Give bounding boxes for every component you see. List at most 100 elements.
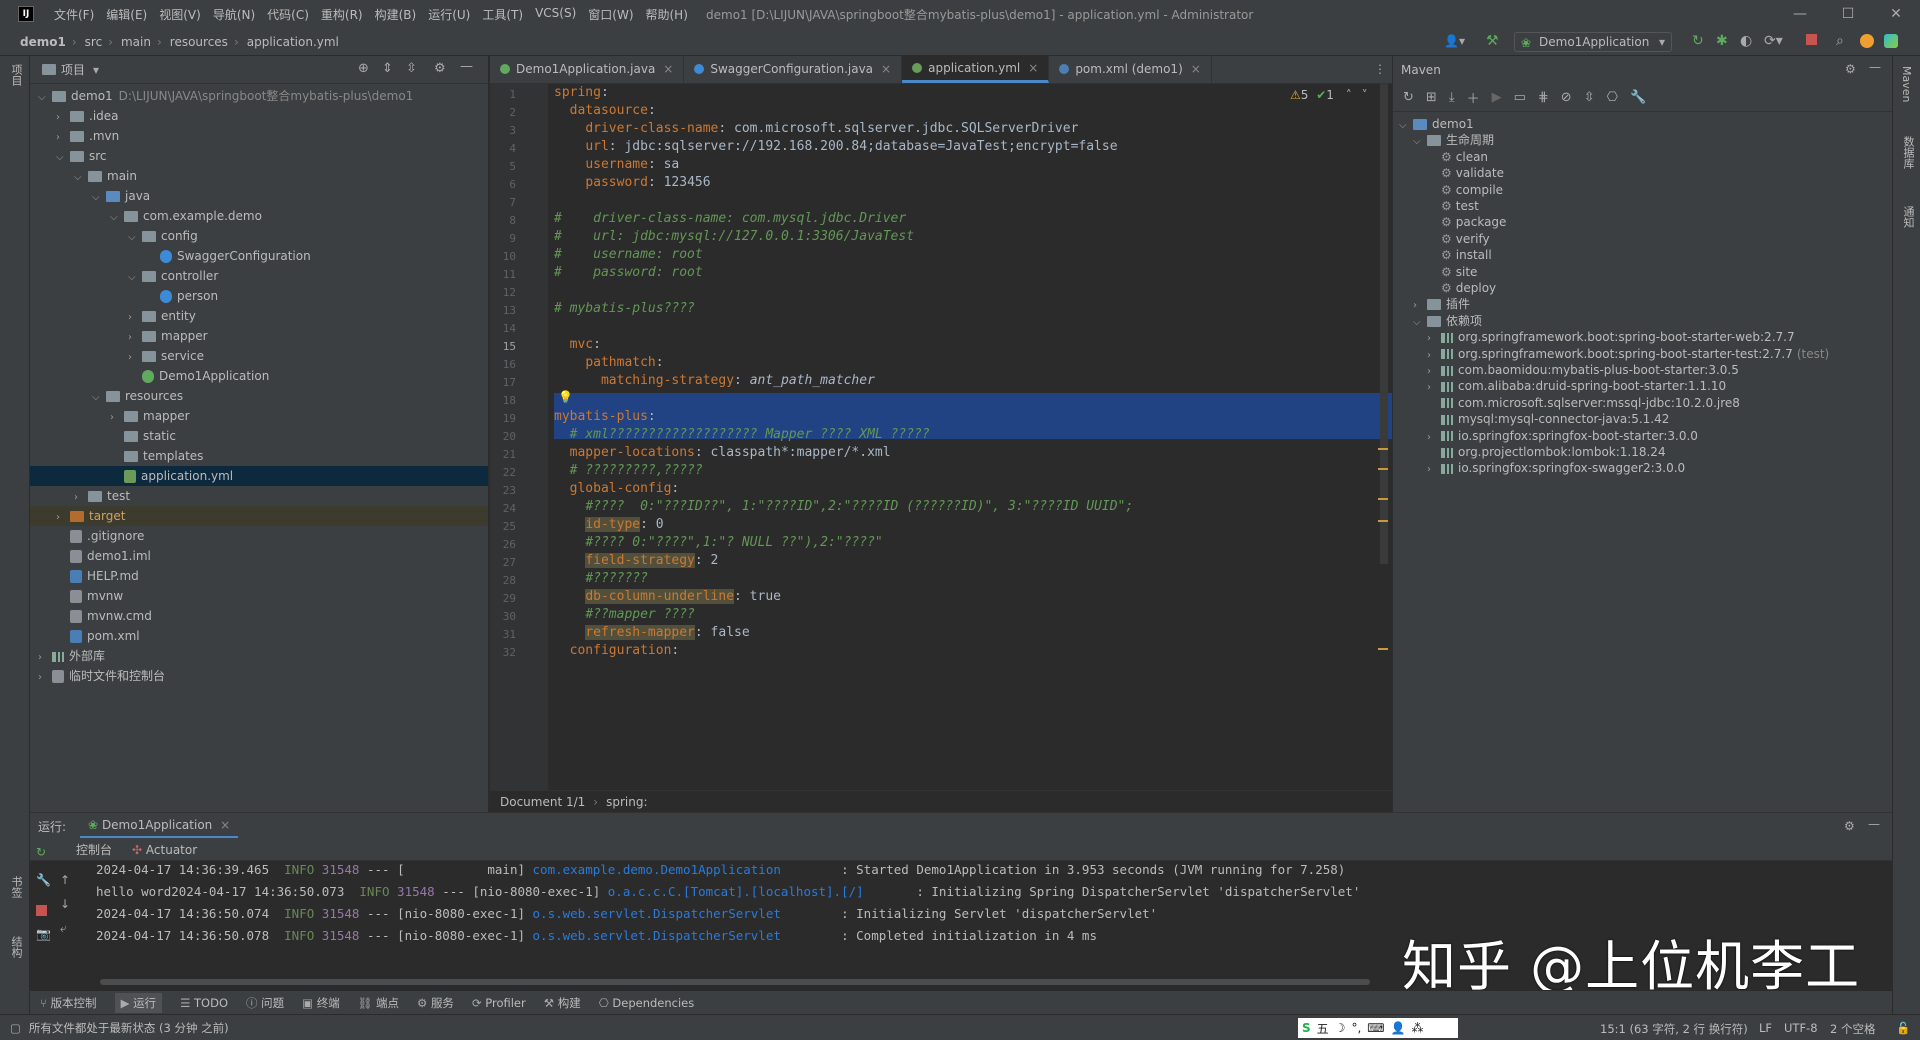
- error-stripe-mark[interactable]: [1378, 498, 1388, 500]
- status-message[interactable]: 所有文件都处于最新状态 (3 分钟 之前): [29, 1020, 229, 1036]
- intention-bulb-icon[interactable]: 💡: [558, 390, 573, 404]
- editor-scrollbar[interactable]: [1380, 84, 1388, 564]
- chevron-icon[interactable]: ›: [74, 488, 88, 508]
- soft-wrap-icon[interactable]: ⤶: [60, 921, 67, 936]
- breadcrumb-src[interactable]: src: [85, 35, 103, 49]
- camera-icon[interactable]: 📷: [36, 927, 51, 941]
- chevron-icon[interactable]: ⌵: [38, 88, 52, 108]
- maven-tree-item[interactable]: › io.springfox:springfox-swagger2:3.0.0: [1427, 458, 1685, 478]
- breadcrumb-key[interactable]: spring:: [606, 795, 647, 809]
- editor-tab[interactable]: Demo1Application.java ×: [490, 55, 685, 83]
- tree-item[interactable]: person: [30, 286, 488, 306]
- bottom-tool-1[interactable]: ▶ 运行: [114, 992, 163, 1013]
- chevron-icon[interactable]: ›: [56, 508, 70, 528]
- menu-item[interactable]: 工具(T): [476, 6, 529, 23]
- tree-item[interactable]: › mapper: [30, 326, 488, 346]
- chevron-icon[interactable]: ›: [128, 348, 142, 368]
- project-panel-title[interactable]: 项目: [61, 61, 85, 78]
- tree-item[interactable]: Demo1Application: [30, 366, 488, 386]
- chevron-icon[interactable]: ›: [38, 648, 52, 668]
- update-icon[interactable]: [1860, 34, 1874, 48]
- breadcrumb-main[interactable]: main: [121, 35, 151, 49]
- bottom-tool-2[interactable]: ☰ TODO: [180, 996, 228, 1010]
- close-icon[interactable]: ×: [663, 62, 673, 76]
- tree-item[interactable]: ⌵ demo1 D:\LIJUN\JAVA\springboot整合mybatis-…: [30, 86, 488, 106]
- user-icon[interactable]: 👤▾: [1444, 34, 1465, 48]
- hide-panel-icon[interactable]: —: [1868, 817, 1880, 831]
- stop-icon[interactable]: [36, 905, 47, 916]
- rerun-icon[interactable]: ↻: [36, 845, 46, 859]
- ime-toolbar[interactable]: S 五 ☽ °, ⌨ 👤 ⁂: [1298, 1018, 1458, 1038]
- close-icon[interactable]: ×: [220, 818, 230, 832]
- scroll-up-icon[interactable]: ↑: [60, 873, 70, 887]
- tab-actuator[interactable]: ✣ Actuator: [126, 843, 203, 857]
- tree-item[interactable]: › 外部库: [30, 646, 488, 666]
- bottom-tool-3[interactable]: ⓘ 问题: [246, 995, 284, 1011]
- indent-setting[interactable]: 2 个空格: [1830, 1021, 1875, 1037]
- tree-item[interactable]: › .mvn: [30, 126, 488, 146]
- inspection-widget[interactable]: ⚠5 ✔1 ˄ ˅: [1290, 88, 1368, 102]
- chevron-icon[interactable]: ›: [128, 328, 142, 348]
- line-separator[interactable]: LF: [1759, 1021, 1772, 1035]
- reload-icon[interactable]: ↻: [1403, 90, 1414, 105]
- next-highlight-icon[interactable]: ˅: [1362, 88, 1368, 102]
- menu-item[interactable]: 文件(F): [48, 6, 100, 23]
- hide-panel-icon[interactable]: —: [460, 59, 473, 74]
- show-dependencies-icon[interactable]: ⎔: [1607, 90, 1618, 105]
- menu-item[interactable]: 构建(B): [369, 6, 423, 23]
- tree-item[interactable]: › 临时文件和控制台: [30, 666, 488, 686]
- download-icon[interactable]: ⤓: [1449, 90, 1455, 105]
- tabs-menu-icon[interactable]: ⋮: [1374, 62, 1386, 76]
- build-hammer-icon[interactable]: ⚒: [1486, 33, 1499, 49]
- menu-item[interactable]: 导航(N): [207, 6, 261, 23]
- menu-item[interactable]: 代码(C): [261, 6, 315, 23]
- tree-item[interactable]: › entity: [30, 306, 488, 326]
- error-stripe-mark[interactable]: [1378, 520, 1388, 522]
- menu-item[interactable]: 窗口(W): [582, 6, 639, 23]
- chevron-icon[interactable]: ⌵: [74, 168, 88, 188]
- tree-item[interactable]: demo1.iml: [30, 546, 488, 566]
- lock-icon[interactable]: 🔓: [1896, 1021, 1910, 1035]
- tree-item[interactable]: ⌵ src: [30, 146, 488, 166]
- chevron-icon[interactable]: ›: [128, 308, 142, 328]
- tool-project[interactable]: 项目: [8, 64, 24, 86]
- tree-item[interactable]: ⌵ java: [30, 186, 488, 206]
- toggle-offline-icon[interactable]: ⋕: [1538, 90, 1549, 105]
- expand-all-icon[interactable]: ⇕: [382, 61, 393, 76]
- bottom-tool-4[interactable]: ▣ 终端: [302, 995, 340, 1011]
- editor-tab[interactable]: pom.xml (demo1) ×: [1049, 55, 1212, 83]
- tree-item[interactable]: ⌵ resources: [30, 386, 488, 406]
- error-stripe-mark[interactable]: [1378, 468, 1388, 470]
- tree-item[interactable]: › service: [30, 346, 488, 366]
- bottom-tool-0[interactable]: ⑂ 版本控制: [40, 995, 97, 1011]
- add-icon[interactable]: ＋: [1467, 88, 1480, 107]
- menu-item[interactable]: 帮助(H): [640, 6, 694, 23]
- run-icon[interactable]: ▶: [1492, 90, 1502, 105]
- breadcrumb-file[interactable]: application.yml: [247, 35, 339, 49]
- error-stripe-mark[interactable]: [1378, 648, 1388, 650]
- chevron-icon[interactable]: ⌵: [110, 208, 124, 228]
- tree-item[interactable]: SwaggerConfiguration: [30, 246, 488, 266]
- stop-icon[interactable]: [1806, 34, 1817, 45]
- bottom-tool-9[interactable]: ⎔ Dependencies: [599, 996, 695, 1010]
- tree-item[interactable]: ⌵ config: [30, 226, 488, 246]
- profiler-icon[interactable]: ⟳▾: [1764, 33, 1783, 49]
- close-icon[interactable]: ×: [1028, 61, 1038, 75]
- execute-goal-icon[interactable]: ▭: [1514, 90, 1526, 105]
- tree-item[interactable]: static: [30, 426, 488, 446]
- console-horizontal-scrollbar[interactable]: [100, 979, 1370, 985]
- maximize-button[interactable]: ☐: [1824, 0, 1872, 28]
- chevron-icon[interactable]: ⌵: [1413, 313, 1427, 333]
- tree-item[interactable]: › target: [30, 506, 488, 526]
- tree-item[interactable]: › test: [30, 486, 488, 506]
- menu-item[interactable]: 视图(V): [153, 6, 207, 23]
- tool-bookmarks[interactable]: 书签: [8, 876, 24, 898]
- tree-item[interactable]: .gitignore: [30, 526, 488, 546]
- bottom-tool-5[interactable]: ⛓ 端点: [358, 995, 399, 1011]
- gear-icon[interactable]: ⚙: [434, 61, 446, 76]
- gear-icon[interactable]: ⚙: [1844, 819, 1855, 833]
- chevron-icon[interactable]: ⌵: [128, 268, 142, 288]
- chevron-icon[interactable]: ⌵: [128, 228, 142, 248]
- tree-item[interactable]: ⌵ com.example.demo: [30, 206, 488, 226]
- rerun-icon[interactable]: ↻: [1692, 33, 1704, 49]
